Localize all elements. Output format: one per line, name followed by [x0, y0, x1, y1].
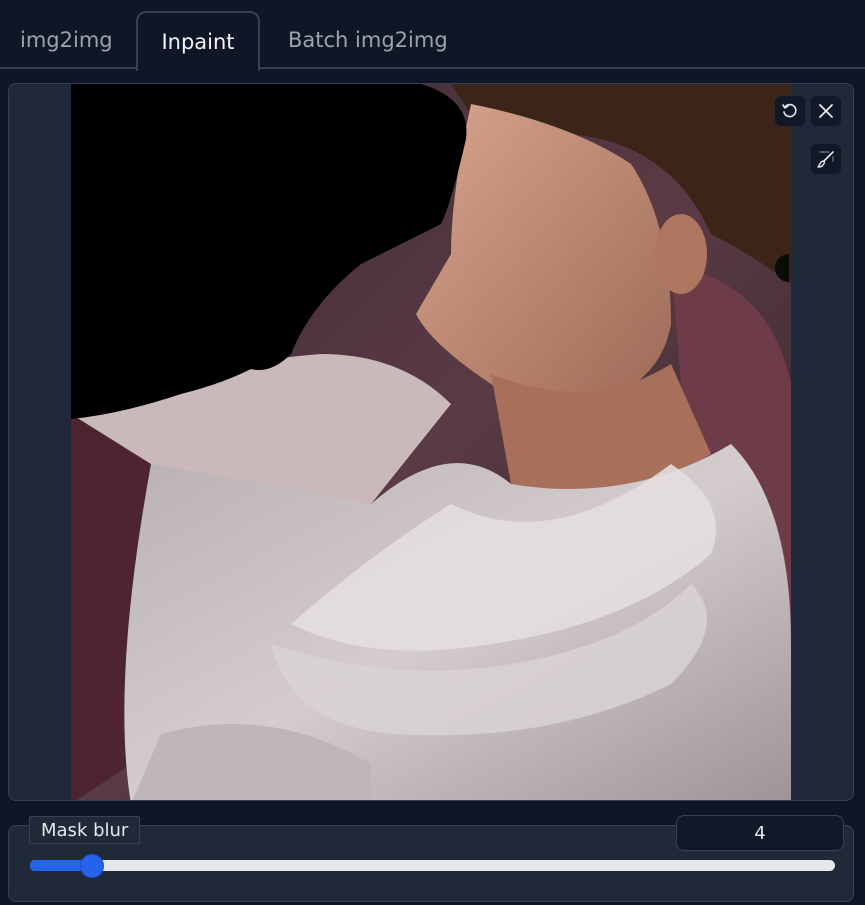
tab-img2img[interactable]: img2img — [2, 11, 131, 69]
undo-icon — [782, 103, 797, 118]
mask-blur-label: Mask blur — [29, 816, 141, 844]
tab-batch-img2img[interactable]: Batch img2img — [270, 11, 466, 69]
inpaint-image — [71, 84, 791, 800]
mask-blur-number-input[interactable] — [676, 815, 844, 851]
brush-button[interactable] — [811, 144, 841, 174]
tab-bar: img2img Inpaint Batch img2img — [0, 0, 865, 71]
tab-inpaint[interactable]: Inpaint — [136, 11, 260, 71]
mask-blur-slider-block: Mask blur — [8, 815, 854, 902]
undo-button[interactable] — [775, 96, 805, 126]
img2img-panel: img2img Inpaint Batch img2img Mask blur … — [0, 0, 865, 905]
mask-blur-slider-thumb[interactable] — [80, 854, 105, 878]
close-icon — [819, 104, 833, 118]
clear-image-button[interactable] — [811, 96, 841, 126]
inpaint-image-editor — [8, 83, 854, 801]
brush-icon — [817, 151, 834, 168]
mask-blur-slider[interactable] — [30, 854, 835, 878]
inpaint-canvas[interactable] — [71, 84, 791, 800]
